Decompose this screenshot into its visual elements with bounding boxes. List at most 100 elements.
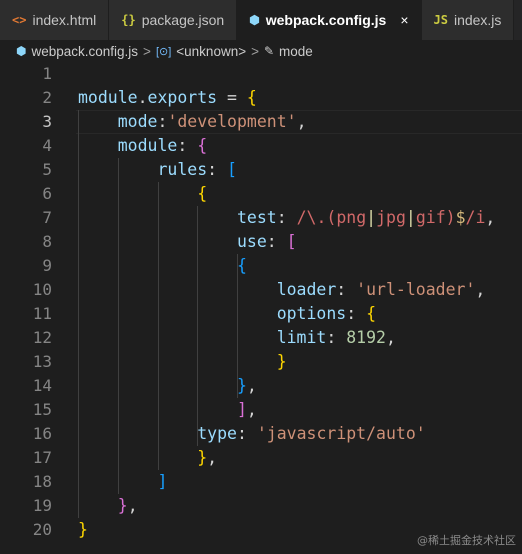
- code-token: ): [445, 208, 456, 227]
- code-token: ,: [385, 328, 396, 347]
- code-editor[interactable]: 1 2 module.exports = {3 mode:'development'…: [0, 62, 522, 554]
- code-token: .: [137, 88, 148, 107]
- code-line[interactable]: 3 mode:'development',: [0, 110, 522, 134]
- tab-package-json[interactable]: {} package.json: [109, 0, 238, 40]
- code-line[interactable]: 9 {: [0, 254, 522, 278]
- file-type-icon: <>: [12, 13, 27, 27]
- code-text: {: [78, 182, 207, 206]
- code-token: 'url-loader': [356, 280, 476, 299]
- code-token: {: [246, 88, 257, 107]
- file-type-icon: {}: [121, 13, 136, 27]
- tab-index-html[interactable]: <> index.html: [0, 0, 110, 40]
- breadcrumb-mode[interactable]: mode: [279, 44, 313, 59]
- code-token: ,: [485, 208, 496, 227]
- code-token: $: [455, 208, 466, 227]
- code-text: test: /\.(png|jpg|gif)$/i,: [78, 206, 495, 230]
- code-token: ,: [246, 400, 257, 419]
- code-line[interactable]: 11 options: {: [0, 302, 522, 326]
- code-token: :: [276, 208, 297, 227]
- code-text: }: [78, 350, 287, 374]
- code-token: {: [197, 184, 208, 203]
- line-number: 19: [32, 496, 52, 515]
- line-number: 5: [42, 160, 52, 179]
- code-token: type: [197, 424, 237, 443]
- code-line[interactable]: 12 limit: 8192,: [0, 326, 522, 350]
- code-token: :: [266, 232, 287, 251]
- webpack-file-icon: ⬢: [16, 44, 27, 58]
- code-text: use: [: [78, 230, 297, 254]
- code-token: loader: [276, 280, 337, 299]
- breadcrumb-file[interactable]: webpack.config.js: [31, 44, 138, 59]
- code-text: rules: [: [78, 158, 236, 182]
- code-text: limit: 8192,: [78, 326, 396, 350]
- code-token: exports: [147, 88, 218, 107]
- code-line[interactable]: 17 },: [0, 446, 522, 470]
- tab-label: webpack.config.js: [265, 12, 387, 28]
- code-token: }: [117, 496, 128, 515]
- code-line[interactable]: 5 rules: [: [0, 158, 522, 182]
- code-token: ]: [236, 400, 247, 419]
- code-token: :: [326, 328, 347, 347]
- code-line[interactable]: 4 module: {: [0, 134, 522, 158]
- line-number: 2: [42, 88, 52, 107]
- tab-webpack-config-js[interactable]: ⬢ webpack.config.js ×: [237, 0, 422, 40]
- code-token: ,: [246, 376, 257, 395]
- code-token: ]: [157, 472, 168, 491]
- line-number: 4: [42, 136, 52, 155]
- line-number: 11: [32, 304, 52, 323]
- line-number: 12: [32, 328, 52, 347]
- code-token: ,: [475, 280, 486, 299]
- code-token: :: [336, 280, 357, 299]
- code-line[interactable]: 6 {: [0, 182, 522, 206]
- line-number: 8: [42, 232, 52, 251]
- tab-label: index.html: [32, 12, 97, 28]
- code-text: module.exports = {: [78, 86, 257, 110]
- line-number: 9: [42, 256, 52, 275]
- code-token: /\.(: [296, 208, 337, 227]
- code-line[interactable]: 13 }: [0, 350, 522, 374]
- code-line[interactable]: 8 use: [: [0, 230, 522, 254]
- code-line[interactable]: 7 test: /\.(png|jpg|gif)$/i,: [0, 206, 522, 230]
- file-type-icon: ⬢: [249, 13, 260, 27]
- code-line[interactable]: 16 type: 'javascript/auto': [0, 422, 522, 446]
- code-text: mode:'development',: [78, 110, 307, 134]
- code-token: =: [217, 88, 247, 107]
- code-token: png: [336, 208, 367, 227]
- code-text: type: 'javascript/auto': [78, 422, 426, 446]
- chevron-right-icon: >: [251, 43, 259, 59]
- code-line[interactable]: 15 ],: [0, 398, 522, 422]
- code-text: },: [78, 446, 217, 470]
- code-token: |: [366, 208, 377, 227]
- code-line[interactable]: 2 module.exports = {: [0, 86, 522, 110]
- code-token: :: [236, 424, 257, 443]
- code-token: }: [78, 520, 88, 539]
- code-line[interactable]: 1: [0, 62, 522, 86]
- tab-index-js[interactable]: JS index.js: [421, 0, 515, 40]
- watermark: @稀土掘金技术社区: [417, 534, 516, 547]
- code-line[interactable]: 10 loader: 'url-loader',: [0, 278, 522, 302]
- code-text: {: [78, 254, 247, 278]
- code-line[interactable]: 14 },: [0, 374, 522, 398]
- code-line[interactable]: 19 },: [0, 494, 522, 518]
- close-icon[interactable]: ×: [400, 12, 408, 28]
- code-token: ,: [296, 112, 307, 131]
- code-token: :: [157, 112, 168, 131]
- code-token: module: [78, 88, 138, 107]
- code-line[interactable]: 18 ]: [0, 470, 522, 494]
- breadcrumb-unknown[interactable]: <unknown>: [176, 44, 246, 59]
- code-token: ,: [127, 496, 138, 515]
- code-token: gif: [415, 208, 446, 227]
